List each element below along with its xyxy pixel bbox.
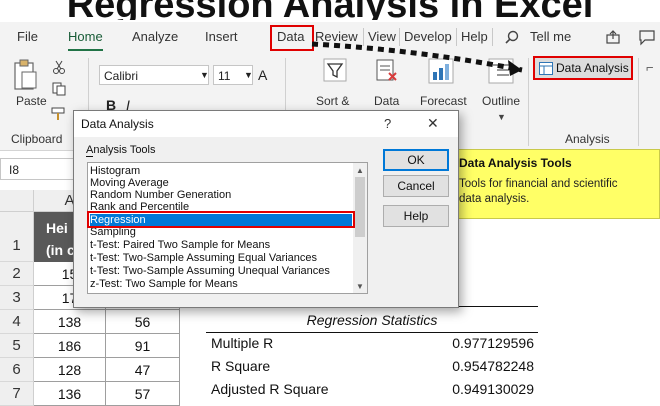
page-title-banner: Regression Analysis in Excel — [0, 0, 660, 20]
cancel-button[interactable]: Cancel — [383, 175, 449, 197]
analysis-group-label: Analysis — [565, 132, 610, 146]
list-item[interactable]: t-Test: Two-Sample Assuming Unequal Vari… — [90, 265, 352, 277]
format-painter-icon[interactable] — [50, 106, 68, 122]
list-scrollbar[interactable]: ▲ ▼ — [353, 163, 367, 293]
row-header-4[interactable]: 4 — [0, 310, 34, 334]
close-icon[interactable]: ✕ — [427, 115, 439, 132]
table-cell[interactable]: 128 — [34, 358, 106, 382]
stat-label: Multiple R — [211, 335, 274, 351]
list-item[interactable]: Histogram — [90, 165, 352, 177]
sort-filter-label[interactable]: Sort & — [316, 94, 349, 108]
scroll-up-icon[interactable]: ▲ — [356, 166, 364, 175]
help-icon[interactable]: ? — [384, 116, 391, 131]
forecast-label[interactable]: Forecast — [420, 94, 467, 108]
comments-icon[interactable] — [638, 28, 656, 46]
table-cell[interactable]: 57 — [106, 382, 180, 406]
tooltip-body: Tools for financial and scientific data … — [459, 178, 618, 205]
regression-stats-header: Regression Statistics — [306, 312, 438, 328]
cut-icon[interactable] — [52, 60, 66, 74]
list-item[interactable]: z-Test: Two Sample for Means — [90, 278, 352, 290]
dialog-title: Data Analysis — [81, 117, 154, 131]
chevron-down-icon[interactable]: ▼ — [200, 70, 209, 80]
select-all-corner[interactable] — [0, 190, 34, 212]
list-item[interactable]: Random Number Generation — [90, 189, 352, 201]
header-line-2: (in c — [46, 242, 75, 258]
tab-insert[interactable]: Insert — [205, 29, 238, 44]
dialog-titlebar[interactable]: Data Analysis ? ✕ — [74, 111, 458, 137]
data-analysis-icon — [539, 62, 553, 75]
stat-label: R Square — [211, 358, 271, 374]
help-button[interactable]: Help — [383, 205, 449, 227]
stat-value: 0.949130029 — [452, 381, 534, 397]
row-header-3[interactable]: 3 — [0, 286, 34, 310]
list-item[interactable]: t-Test: Two-Sample Assuming Equal Varian… — [90, 252, 352, 264]
stat-label: Adjusted R Square — [211, 381, 329, 397]
data-analysis-label: Data Analysis — [556, 61, 629, 75]
row-header-7[interactable]: 7 — [0, 382, 34, 406]
tab-home[interactable]: Home — [68, 29, 103, 51]
table-cell[interactable]: 56 — [106, 310, 180, 334]
outline-label[interactable]: Outline — [482, 94, 520, 108]
chevron-down-icon[interactable]: ▼ — [497, 112, 506, 122]
stats-header-rule — [206, 332, 538, 333]
clipboard-group-label: Clipboard — [11, 132, 63, 146]
font-name-combo[interactable]: Calibri — [99, 65, 209, 85]
table-cell[interactable]: 186 — [34, 334, 106, 358]
list-item[interactable]: t-Test: Paired Two Sample for Means — [90, 239, 352, 251]
list-item[interactable]: Moving Average — [90, 177, 352, 189]
tab-file[interactable]: File — [17, 29, 38, 44]
scroll-thumb[interactable] — [355, 177, 365, 237]
table-cell[interactable]: 47 — [106, 358, 180, 382]
header-line-1: Hei — [46, 220, 68, 236]
tooltip-title: Data Analysis Tools — [459, 156, 572, 170]
copy-icon[interactable] — [52, 82, 66, 96]
chevron-right-icon[interactable]: ⌐ — [646, 60, 654, 75]
regression-highlight — [87, 211, 355, 228]
table-cell[interactable]: 138 — [34, 310, 106, 334]
stat-value: 0.977129596 — [452, 335, 534, 351]
row-header-2[interactable]: 2 — [0, 262, 34, 286]
data-analysis-dialog: Data Analysis ? ✕ Analysis Tools Histogr… — [73, 110, 459, 308]
table-cell[interactable]: 136 — [34, 382, 106, 406]
name-box[interactable]: I8 — [0, 158, 80, 180]
row-header-6[interactable]: 6 — [0, 358, 34, 382]
data-analysis-button[interactable]: Data Analysis — [533, 56, 633, 80]
share-icon[interactable] — [605, 29, 621, 45]
table-cell[interactable]: 91 — [106, 334, 180, 358]
ok-button[interactable]: OK — [383, 149, 449, 171]
grow-font-button[interactable]: A — [258, 67, 267, 83]
tab-analyze[interactable]: Analyze — [132, 29, 178, 44]
annotation-arrow — [311, 41, 523, 76]
row-header-1[interactable]: 1 — [0, 212, 34, 262]
page-title: Regression Analysis in Excel — [0, 0, 660, 20]
analysis-tools-list[interactable]: Histogram Moving Average Random Number G… — [87, 162, 368, 294]
scroll-down-icon[interactable]: ▼ — [356, 282, 364, 291]
group-separator — [638, 58, 639, 146]
chevron-down-icon[interactable]: ▼ — [244, 70, 253, 80]
data-tools-label[interactable]: Data — [374, 94, 399, 108]
accelerator-underline — [86, 156, 93, 157]
data-analysis-tooltip: Data Analysis Tools Tools for financial … — [453, 149, 660, 219]
analysis-tools-label: Analysis Tools — [86, 144, 156, 156]
paste-icon[interactable] — [12, 58, 38, 92]
paste-label[interactable]: Paste — [16, 94, 47, 108]
row-header-5[interactable]: 5 — [0, 334, 34, 358]
stat-value: 0.954782248 — [452, 358, 534, 374]
